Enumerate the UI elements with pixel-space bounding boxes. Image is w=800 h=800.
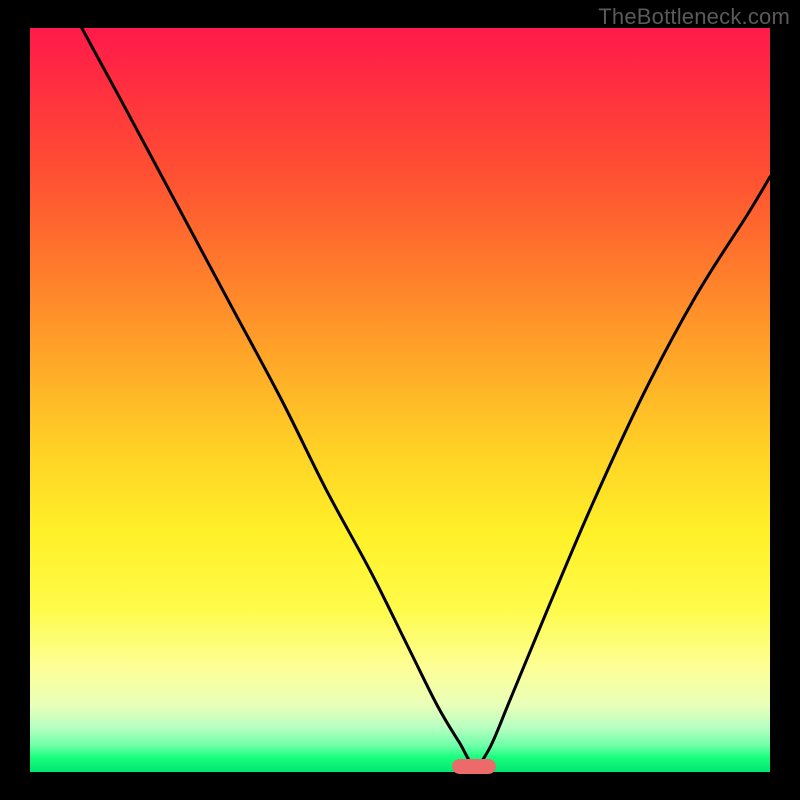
optimal-marker (452, 759, 496, 774)
watermark-text: TheBottleneck.com (598, 4, 790, 30)
plot-area (30, 28, 770, 772)
bottleneck-curve (30, 28, 770, 772)
curve-path (82, 28, 770, 765)
chart-frame: TheBottleneck.com (0, 0, 800, 800)
